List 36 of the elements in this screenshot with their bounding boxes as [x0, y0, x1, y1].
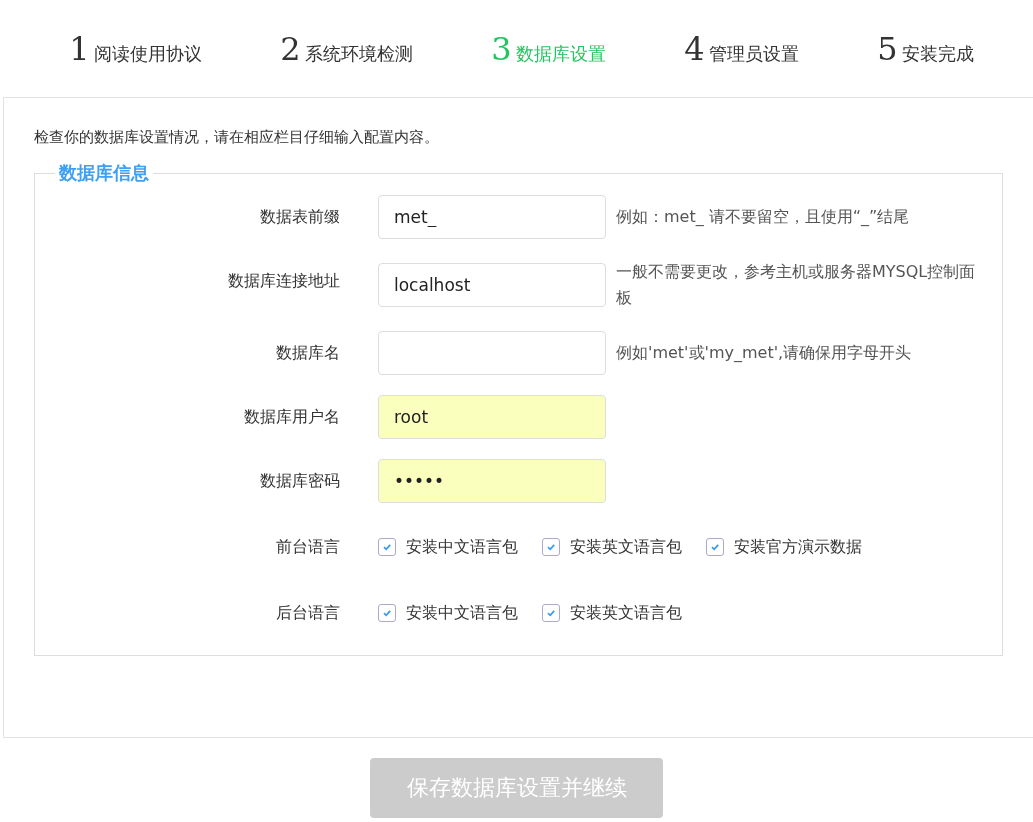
- check-icon: [710, 542, 720, 552]
- step-tab[interactable]: 1 阅读使用协议: [69, 29, 202, 68]
- checkbox-label: 安装英文语言包: [570, 602, 682, 624]
- input-field[interactable]: •••••: [378, 459, 606, 503]
- checkbox-label: 安装官方演示数据: [734, 536, 862, 558]
- input-field[interactable]: root: [378, 395, 606, 439]
- input-field[interactable]: met_: [378, 195, 606, 239]
- step-tab[interactable]: 4 管理员设置: [684, 29, 799, 68]
- checkbox[interactable]: [542, 604, 560, 622]
- input-field[interactable]: localhost: [378, 263, 606, 307]
- checkbox[interactable]: [378, 538, 396, 556]
- check-icon: [382, 608, 392, 618]
- check-icon: [546, 608, 556, 618]
- field-label: 数据库名: [275, 342, 340, 364]
- field-label: 数据库用户名: [243, 406, 340, 428]
- field-hint: 例如：met_ 请不要留空，且使用“_”结尾: [616, 206, 910, 228]
- intro-text: 检查你的数据库设置情况，请在相应栏目仔细输入配置内容。: [34, 128, 440, 147]
- checkbox-label: 安装中文语言包: [406, 536, 518, 558]
- field-hint: 一般不需要更改，参考主机或服务器MYSQL控制面板: [616, 261, 977, 309]
- step-tab[interactable]: 5 安装完成: [877, 29, 974, 68]
- checkbox[interactable]: [706, 538, 724, 556]
- field-label: 数据库连接地址: [227, 270, 340, 292]
- step-tab[interactable]: 2 系统环境检测: [280, 29, 413, 68]
- field-label: 数据库密码: [259, 470, 340, 492]
- input-field[interactable]: [378, 331, 606, 375]
- field-label: 后台语言: [275, 602, 340, 624]
- field-hint: 例如'met'或'my_met',请确保用字母开头: [616, 342, 912, 364]
- checkbox-label: 安装中文语言包: [406, 602, 518, 624]
- checkbox[interactable]: [542, 538, 560, 556]
- check-icon: [546, 542, 556, 552]
- field-label: 数据表前缀: [259, 206, 340, 228]
- checkbox-label: 安装英文语言包: [570, 536, 682, 558]
- check-icon: [382, 542, 392, 552]
- fieldset-legend: 数据库信息: [55, 161, 153, 185]
- checkbox[interactable]: [378, 604, 396, 622]
- field-label: 前台语言: [275, 536, 340, 558]
